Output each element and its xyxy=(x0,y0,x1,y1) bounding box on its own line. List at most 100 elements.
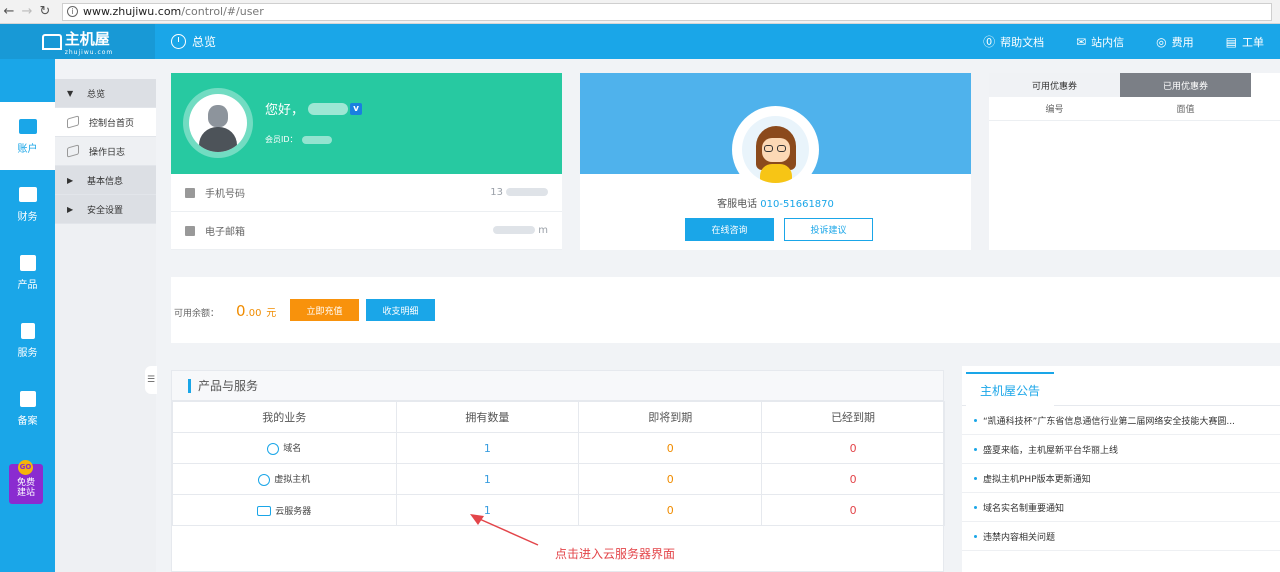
logo[interactable]: 主机屋 zhujiwu.com xyxy=(0,24,155,59)
subnav-label: 基本信息 xyxy=(87,176,124,187)
tab-announcements[interactable]: 主机屋公告 xyxy=(966,372,1054,406)
expired-count[interactable]: 0 xyxy=(761,494,945,526)
greeting: 您好， v xyxy=(265,99,363,118)
balance-int: 0 xyxy=(236,302,246,320)
profile-card: 您好， v 会员ID： 手机号码 13 电子邮箱 m xyxy=(171,73,562,250)
free-site-promo[interactable]: GO 免费 建站 xyxy=(9,460,43,504)
service-phone-label: 客服电话 xyxy=(717,199,758,210)
sidebar-item-account[interactable]: 账户 xyxy=(0,102,55,170)
email-value: m xyxy=(493,225,548,236)
notice-text: 域名实名制重要通知 xyxy=(983,503,1065,514)
account-icon xyxy=(18,118,38,136)
member-id: 会员ID： xyxy=(265,134,332,145)
notice-text: “凯通科技杯”广东省信息通信行业第二届网络安全技能大赛圆... xyxy=(983,416,1235,427)
sidebar-item-products[interactable]: 产品 xyxy=(0,238,55,306)
cloud-server-icon xyxy=(257,506,272,516)
help-docs-link[interactable]: ⓪ 帮助文档 xyxy=(967,24,1060,59)
email-value-text: m xyxy=(538,225,548,236)
coupon-col-number: 编号 xyxy=(1045,105,1064,115)
row-name: 虚拟主机 xyxy=(274,475,311,486)
owned-count[interactable]: 1 xyxy=(395,463,580,495)
notice-card: 主机屋公告 “凯通科技杯”广东省信息通信行业第二届网络安全技能大赛圆... 盛夏… xyxy=(962,366,1280,572)
phone-value-text: 13 xyxy=(490,187,503,198)
sidebar-item-services[interactable]: 服务 xyxy=(0,306,55,374)
list-item[interactable]: 域名实名制重要通知 xyxy=(962,493,1280,522)
email-row: 电子邮箱 m xyxy=(171,212,562,250)
house-icon xyxy=(41,33,62,50)
avatar[interactable] xyxy=(183,88,253,158)
layers-icon xyxy=(67,144,79,158)
expiring-count[interactable]: 0 xyxy=(578,494,763,526)
page-title: 总览 xyxy=(171,33,216,50)
service-header xyxy=(580,73,971,193)
balance-unit: 元 xyxy=(266,308,277,319)
expiring-count[interactable]: 0 xyxy=(578,432,763,464)
row-virtual-host[interactable]: 虚拟主机 xyxy=(172,463,397,495)
recharge-button[interactable]: 立即充值 xyxy=(290,299,359,321)
expired-count[interactable]: 0 xyxy=(761,463,945,495)
list-item[interactable]: 违禁内容相关问题 xyxy=(962,522,1280,551)
sidebar-item-label: 备案 xyxy=(17,415,38,427)
sidebar-item-finance[interactable]: 财务 xyxy=(0,170,55,238)
row-cloud-server[interactable]: 云服务器 xyxy=(172,494,397,526)
balance-card: 可用余额： 0.00 元 立即充值 收支明细 xyxy=(171,277,1280,343)
member-id-label: 会员ID： xyxy=(265,135,298,144)
forward-icon[interactable]: → xyxy=(18,3,36,21)
back-icon[interactable]: ← xyxy=(0,3,18,21)
products-table: 我的业务 拥有数量 即将到期 已经到期 域名 1 0 0 虚拟主机 1 0 0 … xyxy=(172,401,945,526)
primary-sidebar: 账户 财务 产品 服务 备案 GO 免费 建站 xyxy=(0,59,55,572)
list-item[interactable]: 虚拟主机PHP版本更新通知 xyxy=(962,464,1280,493)
transactions-button[interactable]: 收支明细 xyxy=(366,299,435,321)
info-icon[interactable]: i xyxy=(67,6,78,17)
tickets-label: 工单 xyxy=(1242,35,1264,49)
annotation-arrow-icon xyxy=(470,514,539,546)
help-icon: ⓪ xyxy=(983,35,996,49)
subnav-dashboard[interactable]: 控制台首页 xyxy=(55,108,156,137)
sidebar-item-label: 财务 xyxy=(17,211,38,223)
sidebar-item-filing[interactable]: 备案 xyxy=(0,374,55,442)
coupon-card: 可用优惠券 已用优惠券 编号 面值 xyxy=(989,73,1280,250)
subnav-overview[interactable]: ▼ 总览 xyxy=(55,79,156,108)
go-badge: GO xyxy=(18,460,33,475)
tickets-link[interactable]: ▤ 工单 xyxy=(1210,24,1280,59)
expired-count[interactable]: 0 xyxy=(761,432,945,464)
address-bar[interactable]: i www.zhujiwu.com/control/#/user xyxy=(62,2,1272,21)
subnav-oplog[interactable]: 操作日志 xyxy=(55,137,156,166)
table-row: 云服务器 1 0 0 xyxy=(172,494,945,526)
list-item[interactable]: 盛夏来临，主机屋新平台华丽上线 xyxy=(962,435,1280,464)
promo-text-1: 免费 xyxy=(16,478,35,488)
fees-link[interactable]: ◎ 费用 xyxy=(1140,24,1209,59)
fees-label: 费用 xyxy=(1171,35,1194,49)
tab-used-coupons[interactable]: 已用优惠券 xyxy=(1120,73,1251,97)
filing-icon xyxy=(18,390,38,408)
complaint-button[interactable]: 投诉建议 xyxy=(784,218,873,241)
phone-label: 手机号码 xyxy=(205,189,245,200)
balance-amount: 0.00 元 xyxy=(236,302,276,320)
caret-right-icon: ▶ xyxy=(67,175,74,185)
user-avatar-icon xyxy=(189,94,247,152)
products-title: 产品与服务 xyxy=(172,371,943,401)
messages-link[interactable]: ✉ 站内信 xyxy=(1060,24,1140,59)
reload-icon[interactable]: ↻ xyxy=(36,3,54,21)
fee-icon: ◎ xyxy=(1156,34,1167,49)
mail-icon: ✉ xyxy=(1076,34,1087,49)
coupon-col-value: 面值 xyxy=(1176,105,1195,115)
owned-count[interactable]: 1 xyxy=(395,432,580,464)
list-item[interactable]: “凯通科技杯”广东省信息通信行业第二届网络安全技能大赛圆... xyxy=(962,406,1280,435)
dashboard-icon xyxy=(171,34,186,49)
collapse-sidebar-icon[interactable]: ☰ xyxy=(145,366,157,394)
products-title-text: 产品与服务 xyxy=(198,379,259,393)
expiring-count[interactable]: 0 xyxy=(578,463,763,495)
subnav-basic-info[interactable]: ▶ 基本信息 xyxy=(55,166,156,195)
url-path: /control/#/user xyxy=(181,5,264,18)
help-docs-label: 帮助文档 xyxy=(1000,35,1045,49)
products-card: 产品与服务 我的业务 拥有数量 即将到期 已经到期 域名 1 0 0 虚拟主机 … xyxy=(171,370,945,572)
row-domain[interactable]: 域名 xyxy=(172,432,397,464)
balance-label: 可用余额： xyxy=(174,309,220,319)
caret-down-icon: ▼ xyxy=(67,88,74,98)
col-expiring: 即将到期 xyxy=(578,401,763,433)
subnav-security[interactable]: ▶ 安全设置 xyxy=(55,195,156,224)
online-consult-button[interactable]: 在线咨询 xyxy=(685,218,774,241)
tab-available-coupons[interactable]: 可用优惠券 xyxy=(989,73,1120,97)
col-my-business: 我的业务 xyxy=(172,401,397,433)
